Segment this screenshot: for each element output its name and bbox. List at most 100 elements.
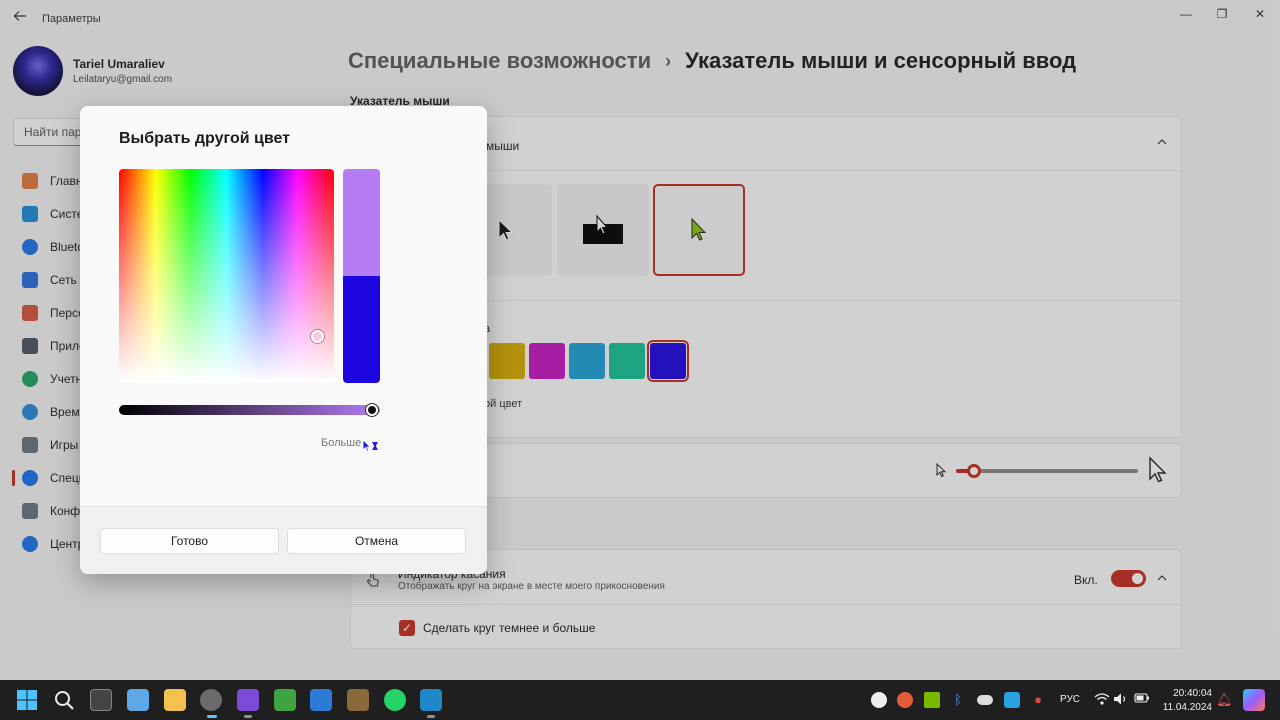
gamepad-icon [22,436,38,453]
sidebar-item-label: Учетн [50,371,83,386]
breadcrumb-parent[interactable]: Специальные возможности [348,48,651,74]
minimize-button[interactable]: — [1168,4,1204,24]
touch-indicator-toggle[interactable] [1111,570,1146,587]
more-options-link[interactable]: Больше [321,437,361,449]
restore-button[interactable]: ❐ [1204,4,1240,24]
globe-icon [22,403,38,420]
sidebar-item-label: Игры [50,437,79,452]
update-icon [22,535,38,552]
volume-icon[interactable] [1113,692,1129,708]
microphone-icon[interactable]: ● [1030,692,1046,708]
pointer-style-custom[interactable] [653,184,745,276]
checkmark-icon: ✓ [401,621,413,635]
home-icon [22,172,38,189]
user-email: Leilataryu@gmail.com [73,74,173,85]
system-clock[interactable]: 20:40:04 11.04.2024 [1162,687,1212,715]
cursor-inverted-icon [583,214,623,244]
color-picker-dialog: Выбрать другой цвет Больше Готово Отмена [80,106,487,574]
search-icon[interactable] [53,689,75,711]
back-button[interactable] [10,8,30,28]
dialog-footer: Готово Отмена [80,506,487,574]
cursor-color-icon [691,217,707,241]
page-title: Указатель мыши и сенсорный ввод [685,48,1077,73]
cursor-small-icon [936,462,947,481]
toggle-knob [1132,573,1143,584]
bluetooth-tray-icon[interactable]: ᛒ [950,692,966,708]
task-view-icon[interactable] [90,689,112,711]
pointer-size-slider[interactable] [956,469,1138,473]
chevron-up-icon[interactable] [1156,136,1168,151]
color-swatch-custom[interactable] [647,340,689,382]
cursor-large-icon [1148,456,1168,487]
onedrive-icon[interactable] [977,695,993,705]
title-bar: Параметры — ❐ ✕ [0,0,1280,32]
pointer-style-label: мыши [486,139,520,153]
user-name: Tariel Umaraliev [73,57,165,71]
cursor-busy-icon [362,439,380,456]
running-app-indicator [427,715,435,718]
remote-desktop-icon[interactable] [420,689,442,711]
copilot-icon[interactable] [1243,689,1265,711]
clock-time: 20:40:04 [1173,688,1212,699]
breadcrumb-separator: › [665,50,672,71]
settings-gear-icon[interactable] [200,689,222,711]
sidebar-item-label: Главн [50,173,83,188]
minecraft-block-icon[interactable] [347,689,369,711]
divider [351,604,1181,605]
store-icon[interactable] [310,689,332,711]
language-indicator[interactable]: РУС [1060,694,1080,705]
sidebar-item-label: Конф [50,503,81,518]
color-swatch-yellow[interactable] [489,343,525,379]
color-spectrum[interactable] [119,169,334,383]
dialog-title: Выбрать другой цвет [119,130,290,147]
arrow-left-icon [13,11,26,21]
brush-icon [22,304,38,321]
color-swatch-blue[interactable] [569,343,605,379]
shield-icon [22,502,38,519]
done-button[interactable]: Готово [100,528,279,554]
file-explorer-icon[interactable] [164,689,186,711]
whatsapp-icon[interactable] [384,689,406,711]
pointer-style-inverted[interactable] [557,184,649,276]
accessibility-icon [22,469,38,486]
touch-indicator-description: Отображать круг на экране в месте моего … [398,581,665,592]
tray-app-icon[interactable] [871,692,887,708]
chrome-tray-icon[interactable] [897,692,913,708]
avatar [13,46,63,96]
choose-color-label[interactable]: ой цвет [484,398,522,410]
sidebar-item-label: Blueto [50,239,85,254]
wifi-icon[interactable] [1094,692,1110,708]
active-app-indicator [207,715,217,718]
pointer-size-thumb[interactable] [967,464,981,478]
darker-circle-checkbox[interactable]: ✓ [399,620,415,636]
chevron-up-icon[interactable] [1156,572,1168,587]
defender-icon[interactable] [1004,692,1020,708]
close-button[interactable]: ✕ [1242,4,1278,24]
account-icon [22,370,38,387]
breadcrumb: Специальные возможности › Указатель мыши… [348,48,1076,74]
minecraft-creeper-icon[interactable] [274,689,296,711]
cursor-arrow-icon [498,218,514,241]
cancel-button[interactable]: Отмена [287,528,466,554]
video-editor-icon[interactable] [237,689,259,711]
running-app-indicator [244,715,252,718]
old-color-preview [343,276,380,383]
nvidia-icon[interactable] [924,692,940,708]
brightness-slider[interactable] [119,405,380,415]
notification-bell-icon[interactable]: 🔔︎ [1216,692,1233,708]
sidebar-item-label: Систе [50,206,84,221]
system-icon [22,205,38,222]
brightness-thumb[interactable] [366,404,378,416]
bluetooth-icon [22,238,38,255]
apps-icon [22,337,38,354]
color-swatch-teal[interactable] [609,343,645,379]
toggle-state-label: Вкл. [1074,573,1098,587]
start-icon[interactable] [16,689,38,711]
user-profile[interactable]: Tariel Umaraliev Leilataryu@gmail.com [13,46,172,96]
clock-date: 11.04.2024 [1162,702,1212,713]
color-swatch-magenta[interactable] [529,343,565,379]
widget-app-icon[interactable] [127,689,149,711]
new-color-preview [343,169,380,276]
spectrum-selector[interactable] [311,330,324,343]
battery-icon[interactable] [1134,692,1150,708]
